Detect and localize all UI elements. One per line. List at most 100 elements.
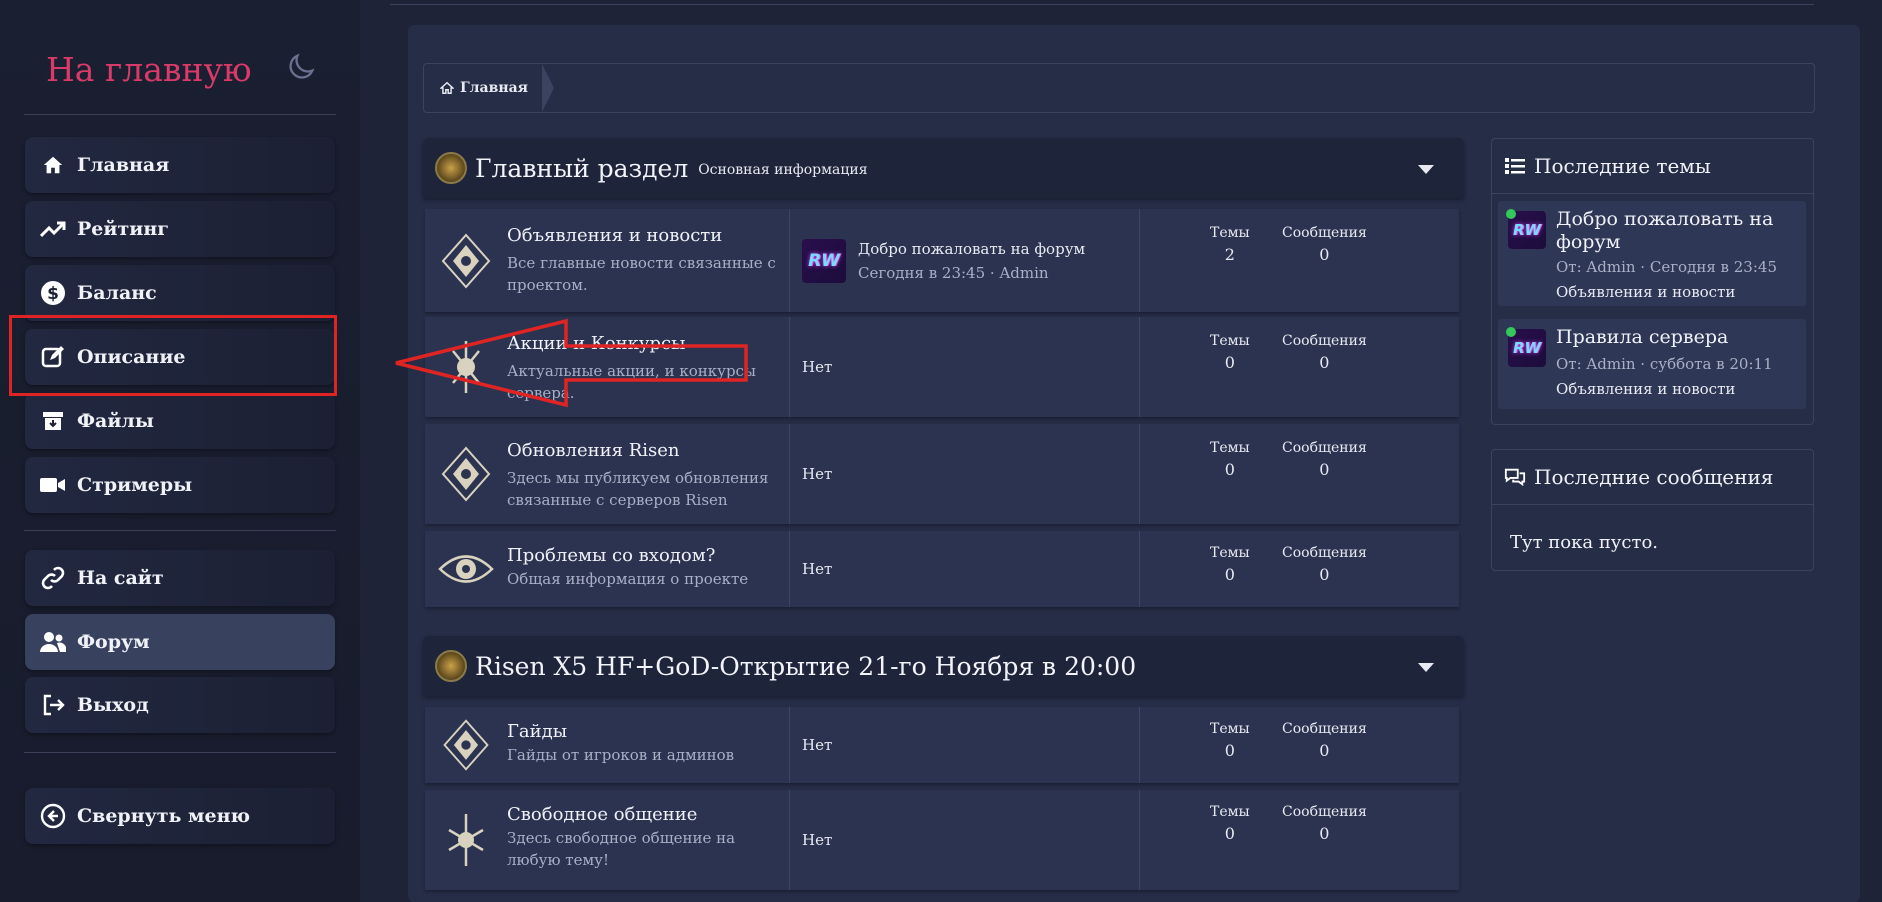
forum-row[interactable]: Объявления и новости Все главные новости…	[425, 209, 1459, 312]
section-header[interactable]: Risen X5 HF+GoD-Открытие 21-го Ноября в …	[423, 636, 1464, 696]
topics-label: Темы	[1210, 804, 1250, 820]
forum-description: Здесь свободное общение на любую тему!	[507, 829, 736, 869]
collapse-caret-icon[interactable]	[1418, 165, 1434, 174]
topics-count: 0	[1224, 741, 1235, 760]
latest-topic-item[interactable]: RW Правила сервера От: Admin · суббота в…	[1498, 319, 1806, 409]
moon-icon[interactable]	[284, 50, 318, 84]
section-title: Главный раздел	[475, 153, 689, 183]
forum-title[interactable]: Объявления и новости	[507, 225, 789, 246]
last-post: Нет	[789, 531, 1139, 607]
topics-count: 0	[1224, 353, 1235, 372]
last-post-title[interactable]: Добро пожаловать на форум	[858, 240, 1085, 258]
posts-label: Сообщения	[1282, 804, 1367, 820]
nav-logout[interactable]: Выход	[25, 677, 335, 733]
divider	[24, 114, 336, 115]
last-post-none: Нет	[802, 736, 833, 754]
topics-count: 2	[1224, 245, 1235, 264]
posts-count: 0	[1319, 824, 1330, 843]
forum-emblem-icon	[425, 707, 507, 783]
forum-title[interactable]: Проблемы со входом?	[507, 545, 789, 566]
forum-description: Все главные новости связанные с проектом…	[507, 254, 776, 294]
users-icon	[39, 628, 67, 656]
posts-label: Сообщения	[1282, 545, 1367, 561]
eye-emblem-icon	[425, 531, 507, 607]
online-indicator	[1506, 209, 1516, 219]
nav-label: Стримеры	[77, 474, 193, 496]
nav-label: Главная	[77, 154, 170, 176]
last-post: Нет	[789, 424, 1139, 524]
nav-rating[interactable]: Рейтинг	[25, 201, 335, 257]
collapse-caret-icon[interactable]	[1418, 663, 1434, 672]
forum-title[interactable]: Свободное общение	[507, 804, 789, 825]
video-camera-icon	[39, 471, 67, 499]
online-indicator	[1506, 327, 1516, 337]
nav-streamers[interactable]: Стримеры	[25, 457, 335, 513]
nav-forum[interactable]: Форум	[25, 614, 335, 670]
highlight-box	[9, 315, 337, 396]
posts-label: Сообщения	[1282, 225, 1367, 241]
topics-label: Темы	[1210, 333, 1250, 349]
forum-description: Общая информация о проекте	[507, 570, 749, 588]
forum-row[interactable]: Свободное общение Здесь свободное общени…	[425, 790, 1459, 890]
forum-row[interactable]: Проблемы со входом? Общая информация о п…	[425, 531, 1459, 607]
breadcrumb-label: Главная	[460, 80, 528, 96]
home-link[interactable]: На главную	[46, 50, 252, 89]
last-post-none: Нет	[802, 358, 833, 376]
last-post[interactable]: RW Добро пожаловать на форум Сегодня в 2…	[789, 209, 1139, 312]
forum-stats: Темы 0 Сообщения 0	[1139, 531, 1459, 607]
nav-label: На сайт	[77, 567, 164, 589]
nav-files[interactable]: Файлы	[25, 393, 335, 449]
link-icon	[39, 564, 67, 592]
forum-row[interactable]: Обновления Risen Здесь мы публикуем обно…	[425, 424, 1459, 524]
top-divider	[390, 4, 1814, 5]
topics-count: 0	[1224, 824, 1235, 843]
nav-collapse[interactable]: Свернуть меню	[25, 788, 335, 844]
topics-count: 0	[1224, 460, 1235, 479]
comments-icon	[1504, 468, 1526, 487]
posts-count: 0	[1319, 245, 1330, 264]
forum-row[interactable]: Гайды Гайды от игроков и админов Нет Тем…	[425, 707, 1459, 783]
last-post-none: Нет	[802, 831, 833, 849]
latest-topic-item[interactable]: RW Добро пожаловать на форум От: Admin ·…	[1498, 201, 1806, 306]
last-post: Нет	[789, 707, 1139, 783]
topics-label: Темы	[1210, 721, 1250, 737]
topic-title[interactable]: Правила сервера	[1556, 326, 1796, 349]
section-emblem-icon	[435, 152, 467, 184]
posts-count: 0	[1319, 565, 1330, 584]
archive-icon	[39, 407, 67, 435]
nav-home[interactable]: Главная	[25, 137, 335, 193]
last-post-none: Нет	[802, 465, 833, 483]
nav-label: Форум	[77, 631, 150, 653]
topic-title[interactable]: Добро пожаловать на форум	[1556, 208, 1796, 254]
section-header[interactable]: Главный раздел Основная информация	[423, 138, 1464, 198]
sidebar: На главную Главная Рейтинг $ Баланс Опис…	[0, 0, 360, 902]
nav-label: Баланс	[77, 282, 157, 304]
breadcrumb-home[interactable]: Главная	[424, 64, 554, 112]
forum-title[interactable]: Обновления Risen	[507, 440, 789, 461]
nav-balance[interactable]: $ Баланс	[25, 265, 335, 321]
forum-title[interactable]: Гайды	[507, 721, 789, 742]
nav-site[interactable]: На сайт	[25, 550, 335, 606]
posts-label: Сообщения	[1282, 333, 1367, 349]
posts-count: 0	[1319, 741, 1330, 760]
topic-forum-link[interactable]: Объявления и новости	[1556, 283, 1735, 301]
dollar-circle-icon: $	[39, 279, 67, 307]
topics-label: Темы	[1210, 545, 1250, 561]
topic-meta: От: Admin · Сегодня в 23:45	[1556, 258, 1777, 276]
home-icon	[440, 81, 454, 94]
topics-label: Темы	[1210, 225, 1250, 241]
forum-stats: Темы 0 Сообщения 0	[1139, 707, 1459, 783]
section-subtitle: Основная информация	[698, 162, 868, 178]
annotation-arrow-icon	[395, 318, 748, 408]
forum-emblem-icon	[425, 424, 507, 524]
forum-emblem-icon	[425, 790, 507, 890]
forum-description: Гайды от игроков и админов	[507, 746, 735, 764]
last-post-none: Нет	[802, 560, 833, 578]
topics-label: Темы	[1210, 440, 1250, 456]
topic-meta: От: Admin · суббота в 20:11	[1556, 355, 1773, 373]
divider	[24, 752, 336, 753]
forum-stats: Темы 2 Сообщения 0	[1139, 209, 1459, 312]
forum-description: Здесь мы публикуем обновления связанные …	[507, 469, 769, 509]
posts-count: 0	[1319, 353, 1330, 372]
topic-forum-link[interactable]: Объявления и новости	[1556, 380, 1735, 398]
